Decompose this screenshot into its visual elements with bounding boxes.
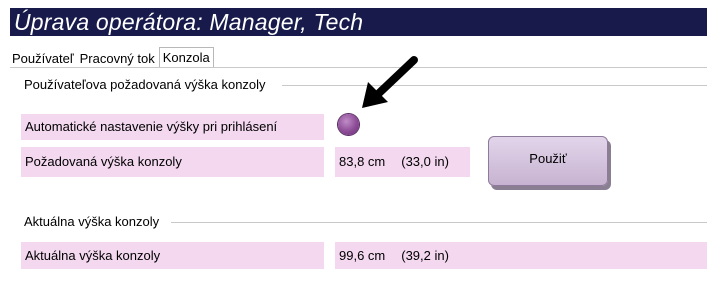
requested-height-in: (33,0 in) bbox=[401, 154, 449, 169]
tab-console[interactable]: Konzola bbox=[158, 47, 214, 67]
current-height-label: Aktuálna výška konzoly bbox=[21, 242, 324, 269]
window-title: Úprava operátora: Manager, Tech bbox=[14, 9, 364, 35]
pointer-arrow-icon bbox=[362, 56, 418, 108]
requested-height-group-title: Používateľova požadovaná výška konzoly bbox=[24, 77, 266, 92]
requested-height-value: 83,8 cm (33,0 in) bbox=[335, 147, 470, 177]
current-height-group-title: Aktuálna výška konzoly bbox=[24, 214, 160, 229]
current-height-cm: 99,6 cm bbox=[339, 248, 386, 263]
requested-height-label: Požadovaná výška konzoly bbox=[21, 147, 324, 177]
group-divider bbox=[171, 222, 707, 223]
tab-divider bbox=[10, 67, 707, 68]
auto-height-radio-button[interactable] bbox=[338, 114, 359, 135]
current-height-in: (39,2 in) bbox=[401, 248, 449, 263]
tab-workflow[interactable]: Pracovný tok bbox=[78, 50, 157, 67]
apply-button[interactable]: Použiť bbox=[488, 136, 608, 186]
requested-height-cm: 83,8 cm bbox=[339, 154, 386, 169]
tab-bar: Používateľ Pracovný tok Konzola bbox=[10, 47, 216, 67]
tab-user[interactable]: Používateľ bbox=[10, 50, 76, 67]
current-height-value: 99,6 cm (39,2 in) bbox=[335, 242, 707, 269]
title-bar: Úprava operátora: Manager, Tech bbox=[10, 8, 707, 36]
auto-height-label: Automatické nastavenie výšky pri prihlás… bbox=[21, 114, 324, 140]
group-divider bbox=[282, 85, 707, 86]
